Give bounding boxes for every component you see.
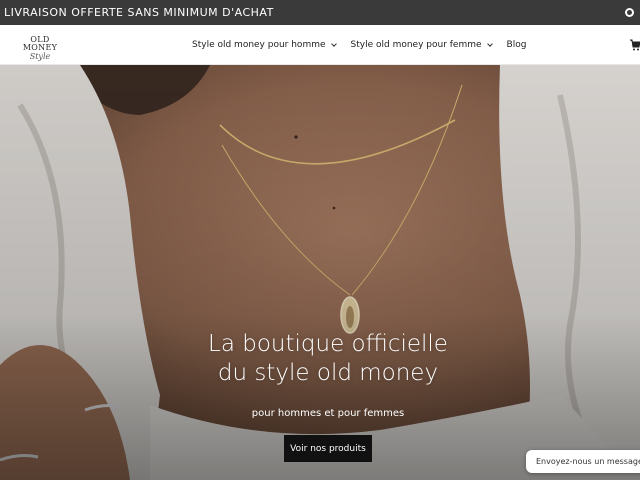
site-header: OLD MONEY Style Style old money pour hom… — [0, 25, 640, 65]
nav-item-blog[interactable]: Blog — [507, 40, 527, 50]
chat-widget-button[interactable]: Envoyez-nous un message — [526, 450, 640, 473]
nav-item-homme[interactable]: Style old money pour homme — [192, 40, 337, 50]
logo-text-line1: OLD MONEY — [22, 35, 58, 52]
nav-item-label: Style old money pour homme — [192, 40, 326, 50]
announcement-text: LIVRAISON OFFERTE SANS MINIMUM D'ACHAT — [4, 6, 274, 19]
hero-banner: La boutique officielle du style old mone… — [0, 65, 640, 480]
view-products-button[interactable]: Voir nos produits — [284, 435, 372, 462]
logo-text-line2: Style — [29, 52, 51, 61]
announcement-bar: LIVRAISON OFFERTE SANS MINIMUM D'ACHAT — [0, 0, 640, 25]
chevron-down-icon — [330, 40, 337, 47]
hero-subtitle: pour hommes et pour femmes — [251, 408, 405, 419]
chat-label: Envoyez-nous un message — [536, 457, 640, 466]
chevron-down-icon — [486, 40, 493, 47]
nav-item-femme[interactable]: Style old money pour femme — [350, 40, 493, 50]
currency-icon[interactable] — [625, 8, 634, 17]
main-nav: Style old money pour homme Style old mon… — [192, 25, 541, 65]
nav-item-label: Style old money pour femme — [350, 40, 482, 50]
site-logo[interactable]: OLD MONEY Style — [12, 34, 68, 61]
cart-icon[interactable] — [630, 39, 640, 51]
nav-item-label: Blog — [506, 40, 527, 50]
hero-title: La boutique officielle du style old mone… — [208, 331, 448, 386]
